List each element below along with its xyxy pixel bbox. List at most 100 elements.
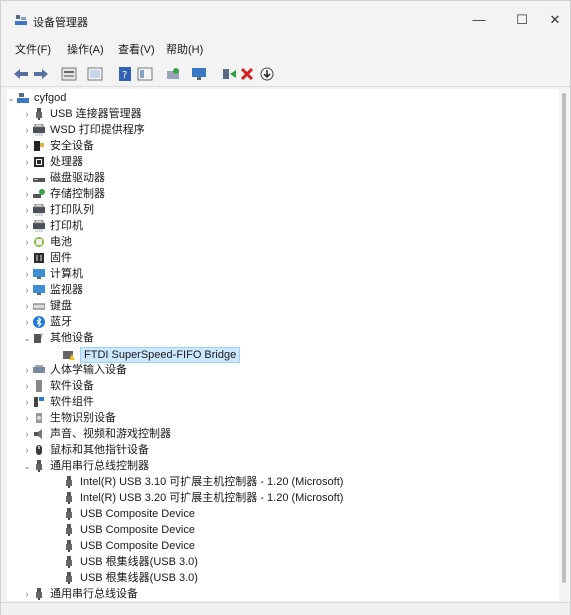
help-icon[interactable]: ? xyxy=(117,67,133,81)
chevron-right-icon[interactable]: › xyxy=(22,378,32,394)
tree-node[interactable]: › WSD 打印提供程序 xyxy=(7,122,547,138)
tree-node[interactable]: Intel(R) USB 3.10 可扩展主机控制器 - 1.20 (Micro… xyxy=(7,474,547,490)
chevron-right-icon[interactable]: › xyxy=(22,138,32,154)
tree-node[interactable]: › 监视器 xyxy=(7,282,547,298)
usb-icon xyxy=(66,572,72,584)
tree-node[interactable]: ⌄ cyfgod xyxy=(7,90,547,106)
tree-node-label: 声音、视频和游戏控制器 xyxy=(50,428,171,440)
usb-icon xyxy=(66,476,72,488)
tree-node-label: USB 根集线器(USB 3.0) xyxy=(80,556,198,568)
minimize-button[interactable]: — xyxy=(457,7,501,33)
menu-view[interactable]: 查看(V) xyxy=(118,41,155,57)
storage-icon xyxy=(33,189,45,198)
tree-node[interactable]: USB 根集线器(USB 3.0) xyxy=(7,554,547,570)
menu-file[interactable]: 文件(F) xyxy=(15,41,51,57)
update-driver-icon[interactable] xyxy=(165,67,181,81)
tree-node[interactable]: › USB 连接器管理器 xyxy=(7,106,547,122)
tree-node-label: WSD 打印提供程序 xyxy=(50,124,145,136)
tree-node-label: 蓝牙 xyxy=(50,316,72,328)
view-icon[interactable] xyxy=(137,67,153,81)
printer-icon xyxy=(33,220,45,232)
tree-node[interactable]: › 安全设备 xyxy=(7,138,547,154)
tree-node[interactable]: Intel(R) USB 3.20 可扩展主机控制器 - 1.20 (Micro… xyxy=(7,490,547,506)
device-tree[interactable]: ⌄ cyfgod › USB 连接器管理器 › WSD 打印提供程序 › 安全设备 › 处理器 › 磁… xyxy=(7,89,559,601)
chevron-right-icon[interactable]: › xyxy=(22,394,32,410)
tree-node[interactable]: › 通用串行总线设备 xyxy=(7,586,547,601)
scroll-thumb[interactable] xyxy=(562,93,566,583)
chevron-right-icon[interactable]: › xyxy=(22,410,32,426)
uninstall-icon[interactable] xyxy=(239,67,255,81)
tree-node[interactable]: › 声音、视频和游戏控制器 xyxy=(7,426,547,442)
tree-node-label: USB 根集线器(USB 3.0) xyxy=(80,572,198,584)
tree-node[interactable]: › 生物识别设备 xyxy=(7,410,547,426)
forward-arrow-icon[interactable] xyxy=(33,67,49,81)
properties-icon[interactable] xyxy=(61,67,77,81)
tree-node-label: 处理器 xyxy=(50,156,83,168)
chevron-right-icon[interactable]: › xyxy=(22,250,32,266)
tree-node[interactable]: › 打印队列 xyxy=(7,202,547,218)
tree-node[interactable]: › 软件组件 xyxy=(7,394,547,410)
chevron-down-icon[interactable]: ⌄ xyxy=(22,458,32,474)
chevron-right-icon[interactable]: › xyxy=(22,282,32,298)
tree-node-label: 计算机 xyxy=(50,268,83,280)
window-title: 设备管理器 xyxy=(33,17,88,29)
tree-node[interactable]: › 鼠标和其他指针设备 xyxy=(7,442,547,458)
download-icon[interactable] xyxy=(259,67,275,81)
chevron-right-icon[interactable]: › xyxy=(22,234,32,250)
back-arrow-icon[interactable] xyxy=(13,67,29,81)
maximize-button[interactable]: ☐ xyxy=(500,7,544,33)
tree-node[interactable]: › 磁盘驱动器 xyxy=(7,170,547,186)
tree-node[interactable]: › 处理器 xyxy=(7,154,547,170)
computer-icon xyxy=(17,93,29,103)
chevron-right-icon[interactable]: › xyxy=(22,298,32,314)
software-icon xyxy=(36,380,42,392)
scan-hardware-icon[interactable] xyxy=(191,67,207,81)
tree-node[interactable]: ⌄? 其他设备 xyxy=(7,330,547,346)
chevron-right-icon[interactable]: › xyxy=(22,266,32,282)
menu-action[interactable]: 操作(A) xyxy=(67,41,104,57)
tree-node[interactable]: › 电池 xyxy=(7,234,547,250)
chevron-down-icon[interactable]: ⌄ xyxy=(22,330,32,346)
security-icon xyxy=(34,141,44,151)
chevron-right-icon[interactable]: › xyxy=(22,314,32,330)
chevron-right-icon[interactable]: › xyxy=(22,218,32,234)
chevron-right-icon[interactable]: › xyxy=(22,106,32,122)
chevron-down-icon[interactable]: ⌄ xyxy=(7,90,16,106)
tree-node-label: 软件组件 xyxy=(50,396,94,408)
chevron-right-icon[interactable]: › xyxy=(22,362,32,378)
tree-node[interactable]: › 蓝牙 xyxy=(7,314,547,330)
chevron-right-icon[interactable]: › xyxy=(22,202,32,218)
tree-node[interactable]: › 打印机 xyxy=(7,218,547,234)
usb-icon xyxy=(66,540,72,552)
chevron-right-icon[interactable]: › xyxy=(22,122,32,138)
tree-node[interactable]: USB 根集线器(USB 3.0) xyxy=(7,570,547,586)
tree-node[interactable]: › 人体学输入设备 xyxy=(7,362,547,378)
chevron-right-icon[interactable]: › xyxy=(22,186,32,202)
enable-device-icon[interactable] xyxy=(221,67,237,81)
tree-node[interactable]: › 计算机 xyxy=(7,266,547,282)
console-tree-icon[interactable] xyxy=(87,67,103,81)
menu-help[interactable]: 帮助(H) xyxy=(166,41,203,57)
chevron-right-icon[interactable]: › xyxy=(22,586,32,601)
vertical-scrollbar[interactable] xyxy=(559,89,570,601)
tree-node[interactable]: › 存储控制器 xyxy=(7,186,547,202)
tree-node[interactable]: USB Composite Device xyxy=(7,538,547,554)
tree-node[interactable]: › 键盘 xyxy=(7,298,547,314)
tree-node-label: FTDI SuperSpeed-FIFO Bridge xyxy=(80,347,241,363)
title-bar[interactable]: 设备管理器 — ☐ ✕ xyxy=(1,1,570,37)
tree-node[interactable]: › 固件 xyxy=(7,250,547,266)
chevron-right-icon[interactable]: › xyxy=(22,426,32,442)
tree-node[interactable]: ⌄ 通用串行总线控制器 xyxy=(7,458,547,474)
chevron-right-icon[interactable]: › xyxy=(22,154,32,170)
tree-node[interactable]: USB Composite Device xyxy=(7,522,547,538)
close-button[interactable]: ✕ xyxy=(539,7,571,33)
tree-node[interactable]: › 软件设备 xyxy=(7,378,547,394)
component-icon xyxy=(34,397,44,407)
usb-icon xyxy=(36,460,42,472)
chevron-right-icon[interactable]: › xyxy=(22,442,32,458)
tree-node[interactable]: FTDI SuperSpeed-FIFO Bridge xyxy=(7,346,547,363)
device-manager-icon xyxy=(15,15,27,25)
chevron-right-icon[interactable]: › xyxy=(22,170,32,186)
tree-node[interactable]: USB Composite Device xyxy=(7,506,547,522)
usb-icon xyxy=(66,508,72,520)
